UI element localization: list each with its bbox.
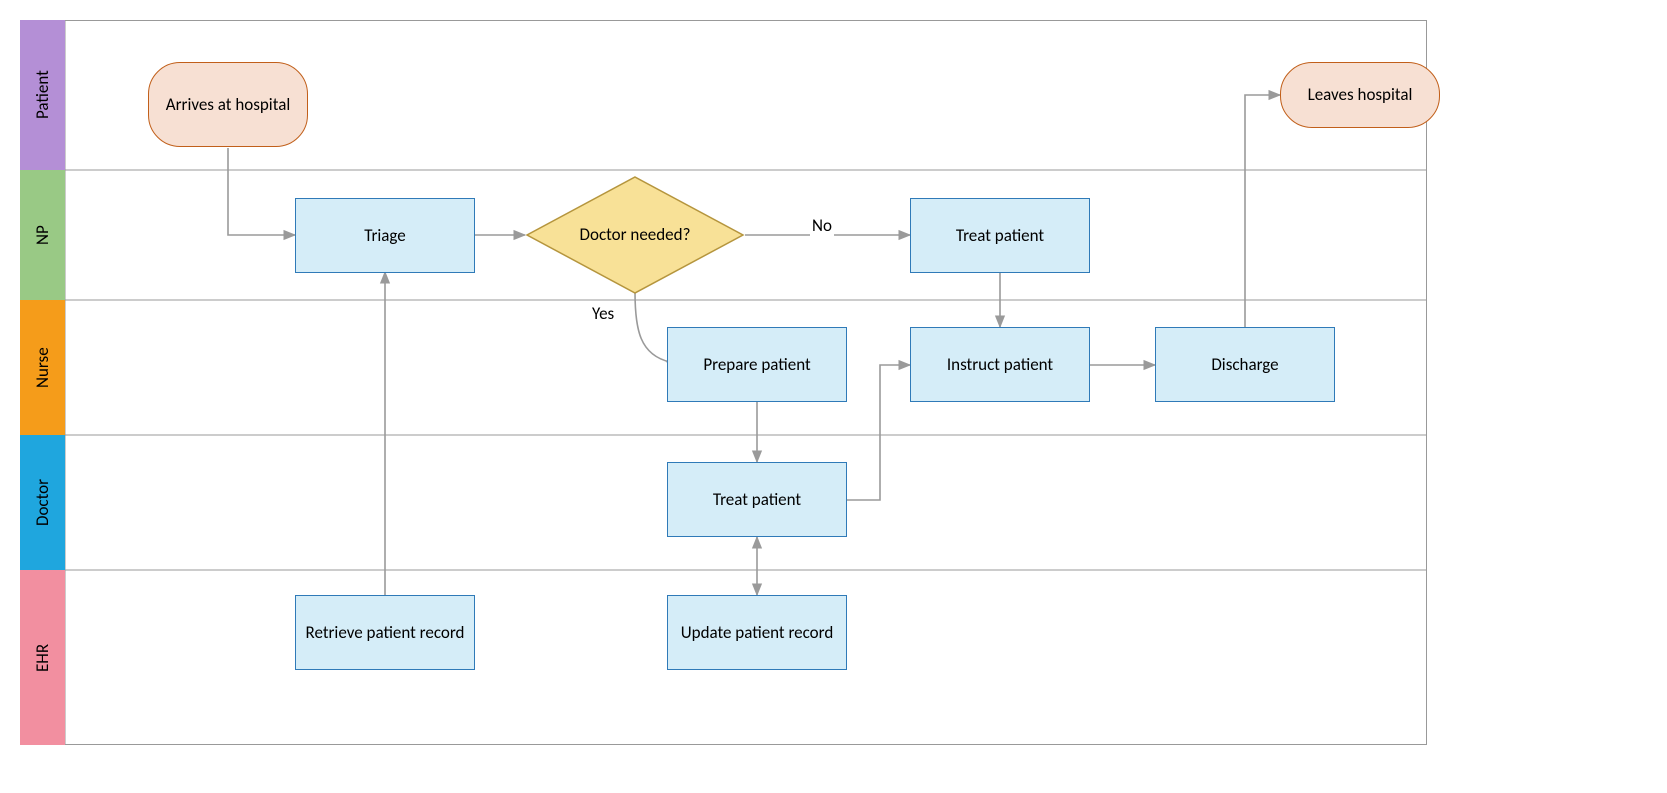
node-leaves-hospital: Leaves hospital: [1280, 62, 1440, 128]
edge-label-yes: Yes: [590, 303, 616, 324]
decision-label: Doctor needed?: [525, 175, 745, 295]
node-triage: Triage: [295, 198, 475, 273]
node-instruct-patient: Instruct patient: [910, 327, 1090, 402]
node-update-patient-record: Update patient record: [667, 595, 847, 670]
node-discharge: Discharge: [1155, 327, 1335, 402]
swimlane-flowchart: Patient NP Nurse Doctor EHR: [20, 20, 1647, 773]
node-doctor-needed-decision: Doctor needed?: [525, 175, 745, 295]
node-retrieve-patient-record: Retrieve patient record: [295, 595, 475, 670]
node-prepare-patient: Prepare patient: [667, 327, 847, 402]
node-treat-patient-doctor: Treat patient: [667, 462, 847, 537]
edge-label-no: No: [810, 215, 834, 236]
node-arrives-at-hospital: Arrives at hospital: [148, 62, 308, 147]
node-treat-patient-np: Treat patient: [910, 198, 1090, 273]
